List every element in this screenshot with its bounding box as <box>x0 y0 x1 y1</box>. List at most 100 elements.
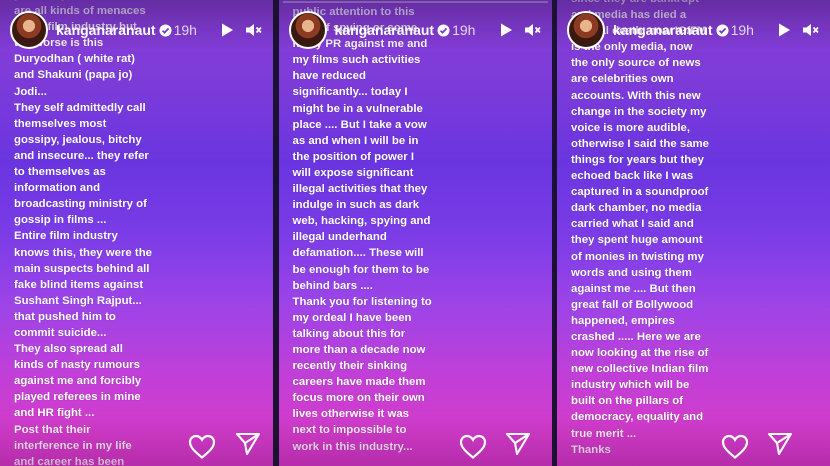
story-text-line: change in the society my <box>571 105 707 118</box>
story-text-line: have reduced <box>292 70 366 83</box>
story-text-line: will expose significant <box>292 166 414 179</box>
story-footer <box>557 426 830 466</box>
story-text-line: knows this, they were the <box>14 246 152 259</box>
play-icon[interactable] <box>776 22 792 38</box>
story-text-line: illegal underhand <box>292 231 387 244</box>
heart-icon[interactable] <box>188 434 216 460</box>
story-text-line: that pushed him to <box>14 310 116 323</box>
story-text-line: carried what I said and <box>571 218 694 231</box>
story-text-line: broadcasting ministry of <box>14 198 147 211</box>
story-text-line: new collective Indian film <box>571 363 709 376</box>
timestamp: 19h <box>173 22 197 38</box>
story-text-line: defamation.... These will <box>292 247 424 260</box>
story-text-line: more than a decade now <box>292 343 426 356</box>
story-text-line: as and when I will be in <box>292 134 419 147</box>
story-text-line: and Shakuni (papa jo) <box>14 69 133 82</box>
username[interactable]: kanganaranaut <box>56 22 156 38</box>
story-text-line: words and using them <box>571 266 692 279</box>
verified-badge-icon <box>716 23 729 37</box>
story-text-line: They self admittedly call <box>14 101 146 114</box>
story-text-line: accounts. With this new <box>571 89 701 102</box>
story-text-line: fake blind items against <box>14 278 144 291</box>
heart-icon[interactable] <box>459 434 487 460</box>
story-text-line: talking about this for <box>292 327 406 340</box>
story-text-line: are celebrities own <box>571 73 674 86</box>
mute-icon[interactable] <box>802 22 820 38</box>
avatar[interactable] <box>567 11 605 49</box>
timestamp: 19h <box>452 22 476 38</box>
story-text-line: voice is more audible, <box>571 121 691 134</box>
story-text-line: of monies in twisting my <box>571 250 704 263</box>
stories-collage: yesterday's stories thereare all kinds o… <box>0 0 830 466</box>
avatar[interactable] <box>10 11 48 49</box>
send-icon[interactable] <box>505 432 531 456</box>
story-text-line: web, hacking, spying and <box>292 215 431 228</box>
story-text-line: played referees in mine <box>14 391 141 404</box>
story-text-line: otherwise I said the same <box>571 137 710 150</box>
heart-icon[interactable] <box>721 434 749 460</box>
story-panel-2[interactable]: public attention to thiskind of spying o… <box>278 0 552 466</box>
story-text-line: Sushant Singh Rajput... <box>14 294 142 307</box>
story-text-line: illegal activities that they <box>292 183 428 196</box>
story-text-line: be enough for them to be <box>292 263 430 276</box>
story-text-line: against me .... But then <box>571 282 696 295</box>
story-text-line: place .... But I take a vow <box>292 118 427 131</box>
story-text-line: my films such activities <box>292 54 421 67</box>
story-text-line: captured in a soundproof <box>571 186 709 199</box>
play-icon[interactable] <box>219 22 235 38</box>
story-header: kanganaranaut 19h <box>288 10 546 50</box>
username[interactable]: kanganaranaut <box>335 22 435 38</box>
story-text-line: gossip in films ... <box>14 214 107 227</box>
story-text-line: great fall of Bollywood <box>571 298 694 311</box>
story-panel-1[interactable]: yesterday's stories thereare all kinds o… <box>0 0 273 466</box>
story-text-line: echoed back like I was <box>571 170 694 183</box>
story-text-line: Entire film industry <box>14 230 118 243</box>
send-icon[interactable] <box>235 432 261 456</box>
story-text-line: commit suicide... <box>14 326 107 339</box>
story-text: since they are bankruptand media has die… <box>571 0 802 458</box>
story-text-line: kinds of nasty rumours <box>14 359 140 372</box>
story-text-line: they spent huge amount <box>571 234 703 247</box>
story-text-line: the only source of news <box>571 57 701 70</box>
story-text-line: focus more on their own <box>292 392 425 405</box>
story-text: yesterday's stories thereare all kinds o… <box>14 0 245 466</box>
username[interactable]: kanganaranaut <box>613 22 713 38</box>
story-text-line: Jodi... <box>14 85 47 98</box>
story-text-line: significantly... today I <box>292 86 408 99</box>
send-icon[interactable] <box>767 432 793 456</box>
story-text-line: happened, empires <box>571 314 675 327</box>
story-panel-3[interactable]: since they are bankruptand media has die… <box>557 0 830 466</box>
story-text-line: They also spread all <box>14 343 123 356</box>
mute-icon[interactable] <box>524 22 542 38</box>
story-text-line: crashed ..... Here we are <box>571 330 701 343</box>
story-text-line: my ordeal I have been <box>292 311 412 324</box>
story-text-line: information and <box>14 182 101 195</box>
story-text-line: careers have made them <box>292 376 426 389</box>
story-text-line: things for years but they <box>571 153 704 166</box>
verified-badge-icon <box>159 23 172 37</box>
story-text-line: to themselves as <box>14 166 106 179</box>
story-text-line: industry which will be <box>571 379 690 392</box>
story-header: kanganaranaut 19h <box>567 10 824 50</box>
story-text-line: dark chamber, no media <box>571 202 702 215</box>
story-text-line: built on the pillars of <box>571 395 684 408</box>
play-icon[interactable] <box>498 22 514 38</box>
story-text-line: Thank you for listening to <box>292 295 432 308</box>
story-text-line: against me and forcibly <box>14 375 142 388</box>
verified-badge-icon <box>437 23 450 37</box>
story-text-line: indulge in such as dark <box>292 199 420 212</box>
story-footer <box>0 426 273 466</box>
story-text-line: behind bars .... <box>292 279 373 292</box>
avatar[interactable] <box>288 11 327 49</box>
story-text-line: themselves most <box>14 117 107 130</box>
story-text-line: and insecure... they refer <box>14 149 149 162</box>
story-footer <box>279 426 552 466</box>
story-text-line: might be in a vulnerable <box>292 102 423 115</box>
story-text-line: Duryodhan ( white rat) <box>14 53 135 66</box>
story-text-line: now looking at the rise of <box>571 347 709 360</box>
timestamp: 19h <box>730 22 754 38</box>
mute-icon[interactable] <box>245 22 263 38</box>
story-text: public attention to thiskind of spying o… <box>293 4 524 455</box>
story-text-line: gossipy, jealous, bitchy <box>14 133 142 146</box>
story-text-line: the position of power I <box>292 150 415 163</box>
